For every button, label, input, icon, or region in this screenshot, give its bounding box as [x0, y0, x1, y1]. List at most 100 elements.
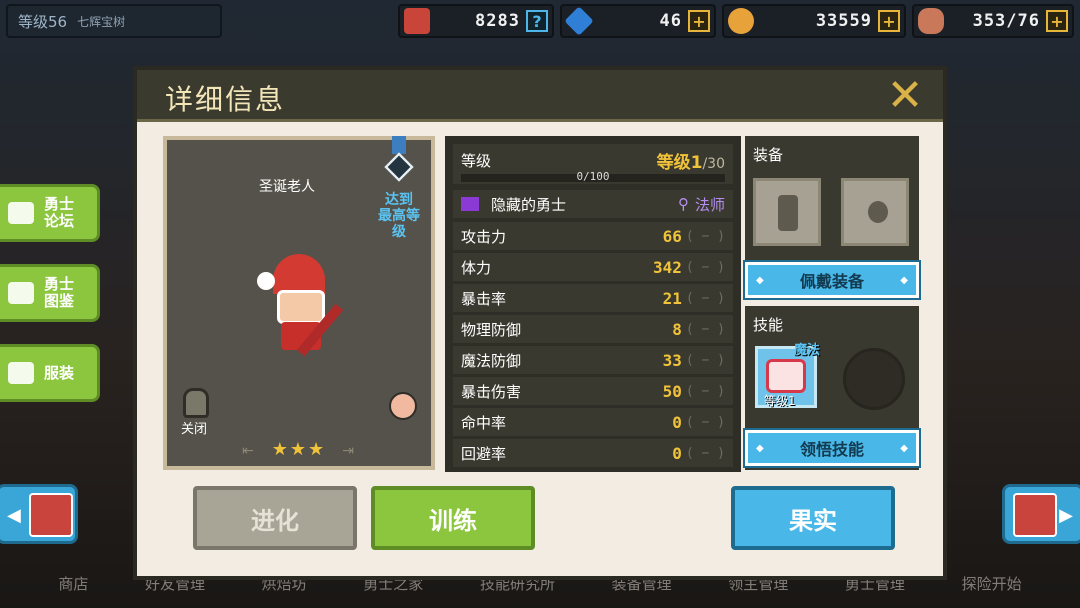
learn-skill-button[interactable]: ◆ 领悟技能 ◆	[743, 428, 921, 468]
xp-text: 0/100	[576, 170, 610, 183]
player-level: 等级56	[18, 12, 68, 31]
stat-value: 8	[672, 319, 682, 339]
stat-label: 暴击伤害	[461, 382, 522, 401]
resource-meat: 353/76 +	[912, 4, 1074, 38]
stat-value: 66	[662, 226, 682, 246]
stat-delta: ( − )	[685, 228, 725, 244]
stat-row: 暴击伤害 50( − )	[453, 377, 733, 405]
stat-label: 魔法防御	[461, 351, 522, 370]
chat-icon	[8, 202, 34, 224]
weapon-slot[interactable]	[753, 178, 821, 246]
stat-row: 回避率 0( − )	[453, 439, 733, 467]
stat-value: 33	[662, 350, 682, 370]
codex-label: 勇士 图鉴	[44, 275, 75, 310]
resource-value: 8283	[475, 11, 520, 31]
skills-title: 技能	[753, 316, 784, 334]
stars: ★★★	[271, 439, 327, 460]
add-meat-button[interactable]: +	[1046, 10, 1068, 32]
stat-row: 体力 342( − )	[453, 253, 733, 281]
meat-icon	[918, 8, 944, 34]
book-icon	[8, 282, 34, 304]
stat-value: 342	[652, 257, 682, 277]
sword-icon	[778, 195, 798, 231]
next-hero-button[interactable]: ▶	[1002, 484, 1080, 544]
hanger-icon	[8, 362, 34, 384]
add-diamond-button[interactable]: +	[688, 10, 710, 32]
arrow-right-icon: ▶	[1059, 505, 1073, 526]
prev-hero-button[interactable]: ◀	[0, 484, 78, 544]
top-bar: 等级56 七辉宝树 8283 ? 46 + 33559 + 353/76 +	[0, 0, 1080, 44]
stat-label: 物理防御	[461, 320, 522, 339]
accessory-slot[interactable]	[841, 178, 909, 246]
stat-row: 命中率 0( − )	[453, 408, 733, 436]
magic-skill-icon	[766, 359, 806, 393]
diamond-icon	[564, 6, 594, 36]
skills-panel: 技能 魔法 等级1 ◆ 领悟技能 ◆	[743, 306, 921, 470]
hero-title: 隐藏的勇士	[491, 195, 567, 214]
forum-label: 勇士 论坛	[44, 195, 75, 230]
hero-thumbnail	[1013, 493, 1057, 537]
stat-delta: ( − )	[685, 383, 725, 399]
player-level-box[interactable]: 等级56 七辉宝树	[6, 4, 222, 38]
learn-skill-label: 领悟技能	[799, 440, 864, 459]
nav-adventure[interactable]: 探险开始	[962, 573, 1022, 594]
stat-row: 暴击率 21( − )	[453, 284, 733, 312]
hero-thumbnail	[29, 493, 73, 537]
ornament-icon: ⇥	[342, 443, 356, 459]
stat-delta: ( − )	[685, 414, 725, 430]
evolve-button[interactable]: 进化	[193, 486, 357, 550]
fruit-button[interactable]: 果实	[731, 486, 895, 550]
hero-class: 法师	[694, 195, 725, 214]
stat-label: 命中率	[461, 413, 507, 432]
level-row: 等级 等级1/30 0/100	[453, 144, 733, 184]
stat-row: 魔法防御 33( − )	[453, 346, 733, 374]
dialog-header: 详细信息 ✕	[137, 70, 943, 122]
class-row: 隐藏的勇士 ⚲ 法师	[453, 190, 733, 218]
ornament-icon: ⇤	[242, 443, 256, 459]
help-button[interactable]: ?	[526, 10, 548, 32]
lock-icon[interactable]	[183, 388, 209, 418]
wand-icon: ⚲	[677, 195, 689, 213]
resource-diamonds: 46 +	[560, 4, 716, 38]
stat-label: 体力	[461, 258, 492, 277]
max-level-label: 达到 最高等 级	[378, 192, 420, 240]
costume-button[interactable]: 服装	[0, 344, 100, 402]
skill-type: 魔法	[793, 343, 820, 358]
arrow-left-icon: ◀	[7, 505, 21, 526]
stat-delta: ( − )	[685, 352, 725, 368]
resource-value: 353/76	[972, 11, 1040, 31]
resource-coins: 33559 +	[722, 4, 906, 38]
stat-delta: ( − )	[685, 259, 725, 275]
stat-label: 攻击力	[461, 227, 507, 246]
equip-button[interactable]: ◆ 佩戴装备 ◆	[743, 260, 921, 300]
stats-panel: 等级 等级1/30 0/100 隐藏的勇士 ⚲ 法师 攻击力 66( − ) 体力 3…	[445, 136, 741, 472]
stat-delta: ( − )	[685, 321, 725, 337]
close-icon[interactable]: ✕	[883, 74, 927, 118]
equipment-title: 装备	[753, 146, 784, 164]
resource-medals: 8283 ?	[398, 4, 554, 38]
hero-sprite	[251, 244, 361, 357]
dialog-title: 详细信息	[165, 83, 286, 116]
skill-slot-1[interactable]: 魔法 等级1	[755, 343, 820, 408]
codex-button[interactable]: 勇士 图鉴	[0, 264, 100, 322]
stat-value: 0	[672, 412, 682, 432]
stat-delta: ( − )	[685, 290, 725, 306]
train-button[interactable]: 训练	[371, 486, 535, 550]
pet-icon[interactable]	[389, 392, 417, 420]
stat-delta: ( − )	[685, 445, 725, 461]
level-label: 等级	[461, 152, 492, 170]
equipment-panel: 装备 ◆ 佩戴装备 ◆	[743, 136, 921, 300]
tree-name: 七辉宝树	[77, 14, 126, 29]
forum-button[interactable]: 勇士 论坛	[0, 184, 100, 242]
skill-level: 等级1	[764, 394, 796, 408]
stat-label: 回避率	[461, 444, 507, 463]
add-coin-button[interactable]: +	[878, 10, 900, 32]
stat-value: 50	[662, 381, 682, 401]
stat-row: 物理防御 8( − )	[453, 315, 733, 343]
skill-slot-2-empty[interactable]	[843, 348, 905, 410]
stat-row: 攻击力 66( − )	[453, 222, 733, 250]
lock-label: 关闭	[181, 422, 208, 437]
nav-shop[interactable]: 商店	[58, 573, 88, 594]
equip-label: 佩戴装备	[799, 272, 864, 291]
resource-value: 46	[659, 11, 682, 31]
